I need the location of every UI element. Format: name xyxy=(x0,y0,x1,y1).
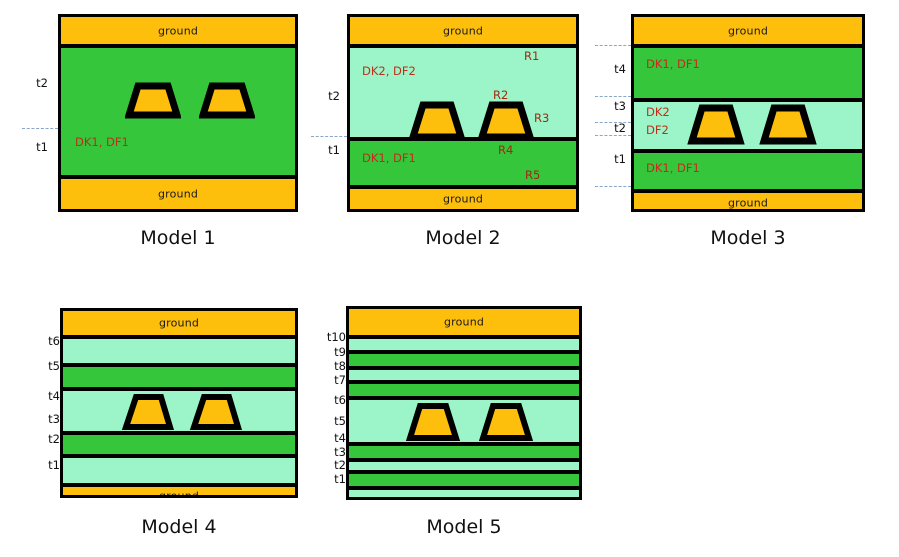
model-3-guide-4 xyxy=(595,135,631,136)
model-4-tick-t3: t3 xyxy=(48,412,60,426)
model-5-tick-t8: t8 xyxy=(334,359,346,373)
model-2-resistance-r4: R4 xyxy=(498,143,514,157)
model-3-trace-right xyxy=(758,103,818,145)
model-3-material-df2: DF2 xyxy=(646,123,669,137)
ground-label: ground xyxy=(157,187,199,201)
ground-label: ground xyxy=(727,196,769,209)
model-5-trace-left xyxy=(404,401,462,443)
model-2-material-dk1: DK1, DF1 xyxy=(362,151,416,165)
model-1-caption: Model 1 xyxy=(140,227,216,249)
model-4-layer-dielectric-t4-t3 xyxy=(63,391,295,431)
model-3-caption: Model 3 xyxy=(710,227,786,249)
model-5-layer-dielectric-t9 xyxy=(349,354,579,366)
model-5-layer-dielectric-t1 xyxy=(349,490,579,497)
model-2-tick-t2: t2 xyxy=(328,89,340,103)
model-2-stack: ground ground DK2, DF2 DK1, DF1 R1 R2 R3… xyxy=(347,14,579,212)
model-2-guide-mid xyxy=(311,136,347,137)
ground-label: ground xyxy=(157,24,199,37)
model-3-stack: ground ground DK1, DF1 DK2 DF2 DK1, DF1 xyxy=(631,14,865,212)
model-2-resistance-r2: R2 xyxy=(493,88,509,102)
model-4-tick-t6: t6 xyxy=(48,334,60,348)
model-5-layer-ground-top: ground xyxy=(349,309,579,335)
model-5-layer-dielectric-t6-t5 xyxy=(349,400,579,442)
model-5-layer-dielectric-t3 xyxy=(349,462,579,470)
model-1-tick-t2: t2 xyxy=(36,76,48,90)
model-4-layer-dielectric-t1 xyxy=(63,458,295,483)
model-2-trace-left xyxy=(407,101,467,141)
model-3-tick-t4: t4 xyxy=(614,62,626,76)
model-1-tick-t1: t1 xyxy=(36,140,48,154)
model-1-trace-left xyxy=(125,82,181,119)
model-5-layer-dielectric-t7 xyxy=(349,384,579,396)
model-5-tick-t7: t7 xyxy=(334,373,346,387)
model-1-material-dk1: DK1, DF1 xyxy=(75,135,129,149)
model-5-layer-dielectric-t10 xyxy=(349,339,579,350)
model-4-layer-ground-top: ground xyxy=(63,311,295,335)
model-3-tick-t1: t1 xyxy=(614,152,626,166)
divider xyxy=(349,497,579,500)
model-5-trace-right xyxy=(477,401,535,443)
model-3-trace-left xyxy=(686,103,746,145)
model-5-layer-dielectric-t2 xyxy=(349,474,579,486)
model-3-layer-ground-top: ground xyxy=(634,17,862,44)
diagram-canvas: ground ground DK1, DF1 t2 t1 Model 1 gro… xyxy=(0,0,899,557)
ground-label: ground xyxy=(158,489,200,498)
ground-label: ground xyxy=(443,315,485,329)
model-4-layer-dielectric-t5 xyxy=(63,367,295,387)
ground-label: ground xyxy=(727,24,769,37)
model-5-layer-dielectric-t4 xyxy=(349,446,579,458)
ground-label: ground xyxy=(442,24,484,37)
model-2-material-dk2: DK2, DF2 xyxy=(362,64,416,78)
ground-label: ground xyxy=(442,192,484,206)
model-5-stack: ground xyxy=(346,306,582,500)
model-4-stack: ground ground xyxy=(60,308,298,498)
model-3-tick-t2: t2 xyxy=(614,121,626,135)
model-4-tick-t4: t4 xyxy=(48,389,60,403)
model-4-layer-ground-bottom: ground xyxy=(63,487,295,498)
model-3-material-dk2: DK2 xyxy=(646,105,670,119)
model-2-layer-ground-bottom: ground xyxy=(350,189,576,209)
model-5-tick-t3: t3 xyxy=(334,445,346,459)
model-5-tick-t6: t6 xyxy=(334,393,346,407)
model-4-tick-t1: t1 xyxy=(48,458,60,472)
model-5-tick-t5: t5 xyxy=(334,414,346,428)
model-3-material-dk1-lower: DK1, DF1 xyxy=(646,161,700,175)
model-2-layer-ground-top: ground xyxy=(350,17,576,44)
model-5-layer-dielectric-t8 xyxy=(349,370,579,380)
model-1-layer-ground-top: ground xyxy=(61,17,295,44)
model-3-guide-1 xyxy=(595,45,631,46)
model-1-layer-ground-bottom: ground xyxy=(61,179,295,209)
model-3-layer-ground-bottom: ground xyxy=(634,193,862,209)
model-4-caption: Model 4 xyxy=(141,516,217,538)
model-5-tick-t10: t10 xyxy=(326,330,346,344)
model-3-material-dk1-upper: DK1, DF1 xyxy=(646,57,700,71)
model-2-caption: Model 2 xyxy=(425,227,501,249)
model-5-tick-t4: t4 xyxy=(334,431,346,445)
model-3-layer-dielectric-t4 xyxy=(634,48,862,98)
model-1-trace-right xyxy=(199,82,255,119)
model-5-tick-t9: t9 xyxy=(334,345,346,359)
model-3-guide-2 xyxy=(595,96,631,97)
model-2-tick-t1: t1 xyxy=(328,143,340,157)
model-1-guide-mid xyxy=(22,128,58,129)
model-1-stack: ground ground DK1, DF1 xyxy=(58,14,298,212)
model-4-trace-left xyxy=(121,392,175,432)
model-4-layer-dielectric-t2 xyxy=(63,435,295,454)
model-4-tick-t2: t2 xyxy=(48,432,60,446)
ground-label: ground xyxy=(158,316,200,330)
model-2-resistance-r1: R1 xyxy=(524,49,540,63)
model-4-layer-dielectric-t6 xyxy=(63,339,295,363)
model-3-guide-5 xyxy=(595,186,631,187)
model-2-resistance-r3: R3 xyxy=(534,111,550,125)
model-2-resistance-r5: R5 xyxy=(525,168,541,182)
model-5-caption: Model 5 xyxy=(426,516,502,538)
model-5-tick-t1: t1 xyxy=(334,472,346,486)
model-2-trace-right xyxy=(476,101,536,141)
model-4-trace-right xyxy=(189,392,243,432)
model-5-tick-t2: t2 xyxy=(334,458,346,472)
model-3-tick-t3: t3 xyxy=(614,99,626,113)
model-4-tick-t5: t5 xyxy=(48,359,60,373)
